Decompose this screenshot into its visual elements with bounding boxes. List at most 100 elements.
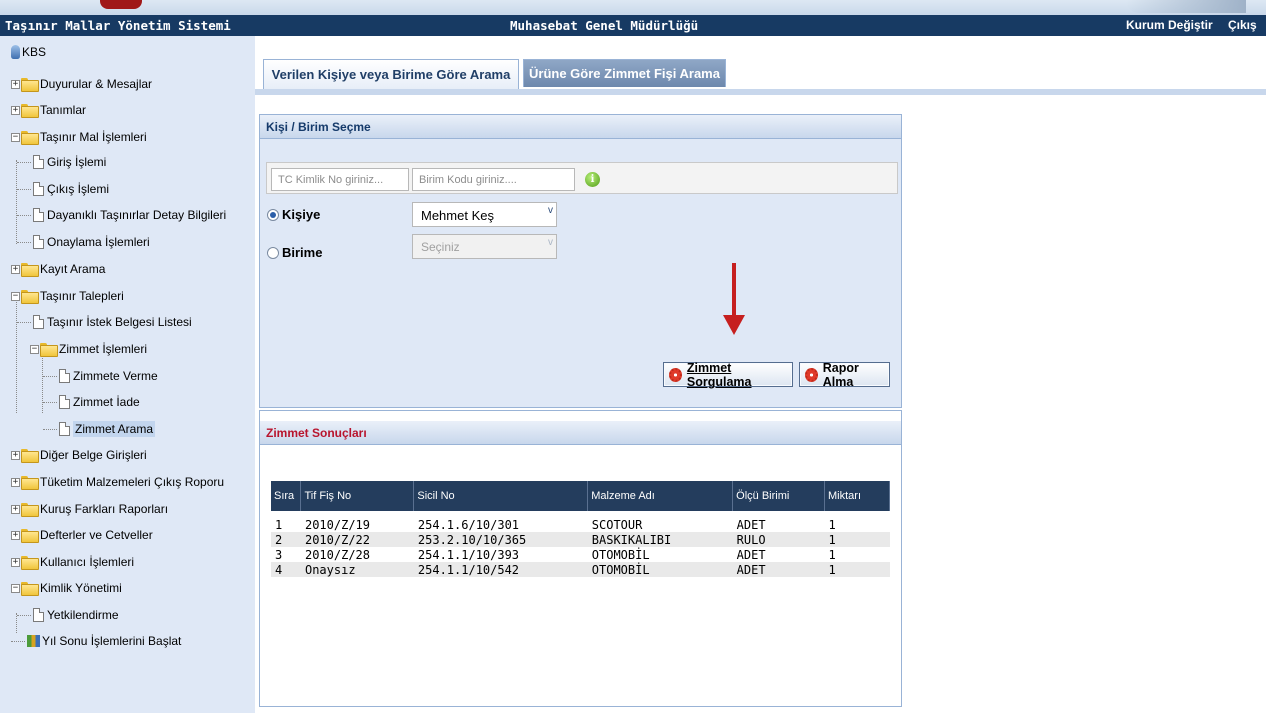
sidebar-item-request-list[interactable]: Taşınır İstek Belgesi Listesi (17, 309, 192, 335)
expand-icon[interactable]: + (11, 264, 20, 274)
sidebar-item-record-search[interactable]: + Kayıt Arama (11, 256, 105, 282)
document-icon (59, 422, 70, 436)
unit-radio[interactable] (267, 246, 279, 259)
logout-link[interactable]: Çıkış (1228, 18, 1257, 32)
sidebar-item-movable-ops[interactable]: − Taşınır Mal İşlemleri (11, 124, 147, 150)
cell: 3 (275, 547, 283, 562)
cell: ADET (732, 562, 825, 577)
table-header-row: Sıra Tif Fiş No Sicil No Malzeme Adı Ölç… (271, 481, 890, 511)
document-icon (33, 182, 44, 196)
expand-icon[interactable]: + (11, 557, 20, 567)
banner-decoration (1126, 0, 1246, 13)
cell: 1 (828, 517, 836, 532)
unit-select: Seçiniz v (412, 234, 557, 259)
kbs-icon (11, 45, 20, 59)
collapse-icon[interactable]: − (11, 132, 20, 142)
sidebar-item-year-end[interactable]: Yıl Sonu İşlemlerini Başlat (11, 628, 181, 654)
expand-icon[interactable]: + (11, 504, 20, 514)
person-select[interactable]: Mehmet Keş v (412, 202, 557, 227)
annotation-arrow (732, 263, 736, 318)
collapse-icon[interactable]: − (11, 291, 20, 301)
org-title: Muhasebat Genel Müdürlüğü (510, 18, 699, 33)
expand-icon[interactable]: + (11, 79, 20, 89)
column-header[interactable]: Sicil No (413, 481, 589, 511)
cell: 2010/Z/19 (304, 517, 371, 532)
sidebar-item-authorization[interactable]: Yetkilendirme (17, 602, 119, 628)
sidebar-item-other-docs[interactable]: + Diğer Belge Girişleri (11, 442, 147, 468)
document-icon (59, 369, 70, 383)
cell: 254.1.6/10/301 (417, 517, 520, 532)
expand-icon[interactable]: + (11, 530, 20, 540)
sidebar-item-durable-details[interactable]: Dayanıklı Taşınırlar Detay Bilgileri (17, 202, 226, 228)
expand-icon[interactable]: + (11, 477, 20, 487)
sidebar-item-label: Giriş İşlemi (47, 155, 107, 169)
sidebar-item-identity[interactable]: − Kimlik Yönetimi (11, 575, 122, 601)
table-row[interactable]: 4 Onaysız 254.1.1/10/542 OTOMOBİL ADET 1 (271, 562, 890, 577)
sidebar-item-assignment-search[interactable]: Zimmet Arama (43, 416, 156, 442)
unit-radio-row[interactable]: Birime (267, 245, 322, 260)
search-row: TC Kimlik No giriniz... Birim Kodu girin… (266, 162, 898, 194)
sidebar-item-definitions[interactable]: + Tanımlar (11, 97, 86, 123)
sidebar-item-assignment-return[interactable]: Zimmet İade (43, 389, 140, 415)
main-content: Verilen Kişiye veya Birime Göre Arama Ür… (255, 36, 1266, 713)
cell: OTOMOBİL (587, 562, 733, 577)
column-header[interactable]: Ölçü Birimi (732, 481, 826, 511)
collapse-icon[interactable]: − (30, 344, 39, 354)
cell: ADET (736, 547, 766, 562)
sidebar-item-label: Kullanıcı İşlemleri (40, 555, 135, 569)
table-row[interactable]: 3 2010/Z/28 254.1.1/10/393 OTOMOBİL ADET… (271, 547, 890, 562)
tree-connector (17, 214, 31, 216)
change-org-link[interactable]: Kurum Değiştir (1126, 18, 1213, 32)
tree-connector (17, 321, 31, 323)
cell: SCOTOUR (591, 517, 643, 532)
sidebar-item-label: Zimmet İşlemleri (59, 342, 148, 356)
sidebar-item-requests[interactable]: − Taşınır Talepleri (11, 283, 124, 309)
cell: 1 (275, 517, 283, 532)
tree-connector (17, 241, 31, 243)
person-radio-row[interactable]: Kişiye (267, 207, 320, 222)
person-radio[interactable] (267, 208, 279, 221)
tab-product-search[interactable]: Ürüne Göre Zimmet Fişi Arama (523, 59, 726, 87)
sidebar-item-assignment-ops[interactable]: − Zimmet İşlemleri (30, 336, 147, 362)
sidebar-item-cent-diff-reports[interactable]: + Kuruş Farkları Raporları (11, 496, 168, 522)
sidebar-item-announcements[interactable]: + Duyurular & Mesajlar (11, 71, 152, 97)
person-select-value: Mehmet Keş (421, 208, 494, 223)
sidebar-item-user-ops[interactable]: + Kullanıcı İşlemleri (11, 549, 134, 575)
table-row[interactable]: 2 2010/Z/22 253.2.10/10/365 BASKIKALIBI … (271, 532, 890, 547)
folder-icon (21, 556, 39, 570)
column-header[interactable]: Sıra (271, 481, 302, 511)
tc-id-input[interactable]: TC Kimlik No giriniz... (271, 168, 409, 191)
cell: BASKIKALIBI (587, 532, 733, 547)
column-header[interactable]: Tif Fiş No (300, 481, 415, 511)
expand-icon[interactable]: + (11, 105, 20, 115)
tree-connector (43, 375, 57, 377)
sidebar-item-consumables-report[interactable]: + Tüketim Malzemeleri Çıkış Roporu (11, 469, 224, 495)
sidebar-item-assign[interactable]: Zimmete Verme (43, 363, 158, 389)
unit-radio-label: Birime (282, 245, 323, 260)
sidebar-item-label: Tanımlar (40, 103, 87, 117)
column-header[interactable]: Malzeme Adı (587, 481, 734, 511)
cell: 1 (824, 532, 890, 547)
get-report-button[interactable]: Rapor Alma (799, 360, 890, 389)
info-icon[interactable]: i (585, 172, 600, 187)
button-label: Rapor Alma (822, 360, 859, 389)
results-panel: Zimmet Sonuçları Sıra Tif Fiş No Sicil N… (259, 410, 902, 707)
sidebar-item-kbs[interactable]: KBS (11, 41, 46, 63)
table-row[interactable]: 1 2010/Z/19 254.1.6/10/301 SCOTOUR ADET … (271, 517, 890, 532)
unit-code-input[interactable]: Birim Kodu giriniz.... (412, 168, 575, 191)
sidebar-item-label: Taşınır Mal İşlemleri (40, 130, 147, 144)
sidebar-item-ledgers[interactable]: + Defterler ve Cetveller (11, 522, 153, 548)
query-assignment-button[interactable]: Zimmet Sorgulama (663, 361, 793, 389)
sidebar-item-entry[interactable]: Giriş İşlemi (17, 149, 106, 175)
expand-icon[interactable]: + (11, 450, 20, 460)
folder-icon (21, 78, 39, 92)
tree-connector (43, 428, 57, 430)
sidebar-item-approvals[interactable]: Onaylama İşlemleri (17, 229, 150, 255)
tab-person-unit-search[interactable]: Verilen Kişiye veya Birime Göre Arama (263, 59, 519, 89)
sidebar-item-exit[interactable]: Çıkış İşlemi (17, 176, 109, 202)
tree-connector (17, 188, 31, 190)
document-icon (33, 608, 44, 622)
sidebar-item-label: Dayanıklı Taşınırlar Detay Bilgileri (47, 208, 227, 222)
collapse-icon[interactable]: − (11, 583, 20, 593)
column-header[interactable]: Miktarı (824, 481, 890, 511)
